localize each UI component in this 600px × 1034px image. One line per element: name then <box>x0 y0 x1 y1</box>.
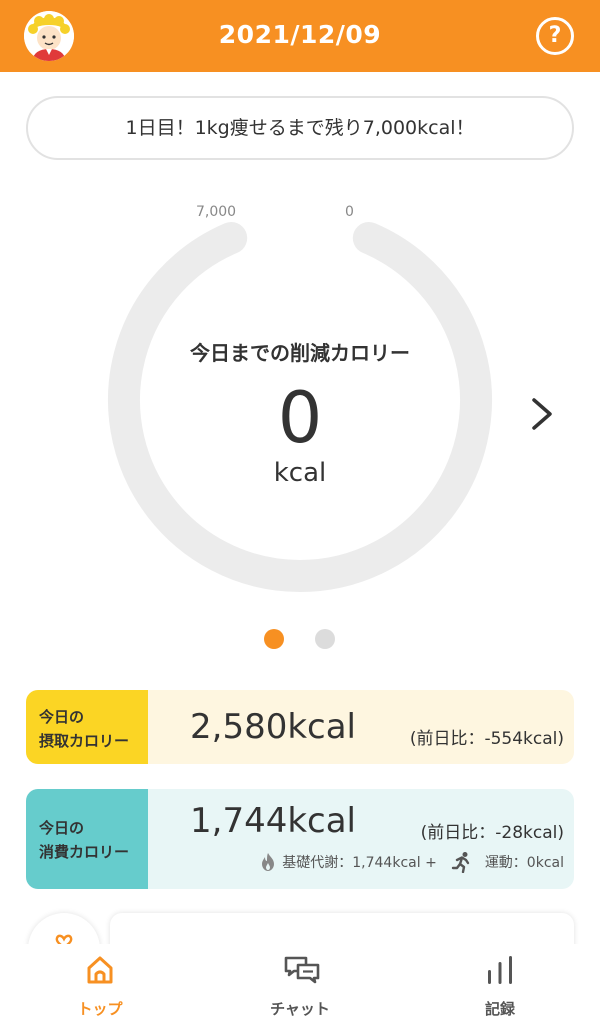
burn-tag-line2: 消費カロリー <box>39 843 130 861</box>
burn-breakdown: 基礎代謝：1,744kcal + 運動：0kcal <box>260 851 564 873</box>
intake-tag-line1: 今日の <box>39 708 85 726</box>
burn-value: 1,744kcal <box>190 801 356 841</box>
gauge-end-label: 0 <box>345 204 354 220</box>
tab-home[interactable]: トップ <box>0 944 200 1034</box>
tab-home-label: トップ <box>77 1000 123 1018</box>
pager-dot-2[interactable] <box>315 629 335 649</box>
home-icon <box>87 956 113 984</box>
burn-tag-line1: 今日の <box>39 819 85 837</box>
flame-icon <box>262 853 275 871</box>
gauge-title: 今日までの削減カロリー <box>190 341 410 365</box>
burn-tag: 今日の 消費カロリー <box>26 789 148 889</box>
tab-chat-label: チャット <box>270 1000 330 1018</box>
basal-metabolism: 基礎代謝：1,744kcal + <box>282 855 437 871</box>
intake-card[interactable]: 今日の 摂取カロリー 2,580kcal (前日比：-554kcal) <box>26 690 574 764</box>
bar-chart-icon <box>488 956 512 984</box>
chat-icon <box>284 956 320 984</box>
tab-record[interactable]: 記録 <box>400 944 600 1034</box>
help-button[interactable]: ? <box>536 17 574 55</box>
intake-value: 2,580kcal <box>190 707 356 747</box>
current-date[interactable]: 2021/12/09 <box>150 20 450 49</box>
chevron-right-icon[interactable] <box>522 392 562 436</box>
gauge-value: 0 <box>277 377 323 459</box>
goal-banner: 1日目！1kg痩せるまで残り7,000kcal！ <box>26 96 574 160</box>
intake-tag: 今日の 摂取カロリー <box>26 690 148 764</box>
pager-dot-1[interactable] <box>264 629 284 649</box>
running-icon <box>451 852 470 873</box>
app-header: 2021/12/09 ? <box>0 0 600 72</box>
exercise-calories: 運動：0kcal <box>484 855 564 871</box>
tab-record-label: 記録 <box>484 1000 515 1018</box>
gauge-unit: kcal <box>273 458 327 488</box>
burn-diff: (前日比：-28kcal) <box>420 823 564 843</box>
intake-diff: (前日比：-554kcal) <box>409 729 564 749</box>
user-avatar-icon[interactable] <box>24 11 74 61</box>
tab-bar: トップ チャット 記録 <box>0 944 600 1034</box>
burn-card[interactable]: 今日の 消費カロリー 1,744kcal (前日比：-28kcal) 基礎代謝：… <box>26 789 574 889</box>
intake-tag-line2: 摂取カロリー <box>39 732 130 750</box>
tab-chat[interactable]: チャット <box>200 944 400 1034</box>
gauge-start-label: 7,000 <box>196 204 237 220</box>
